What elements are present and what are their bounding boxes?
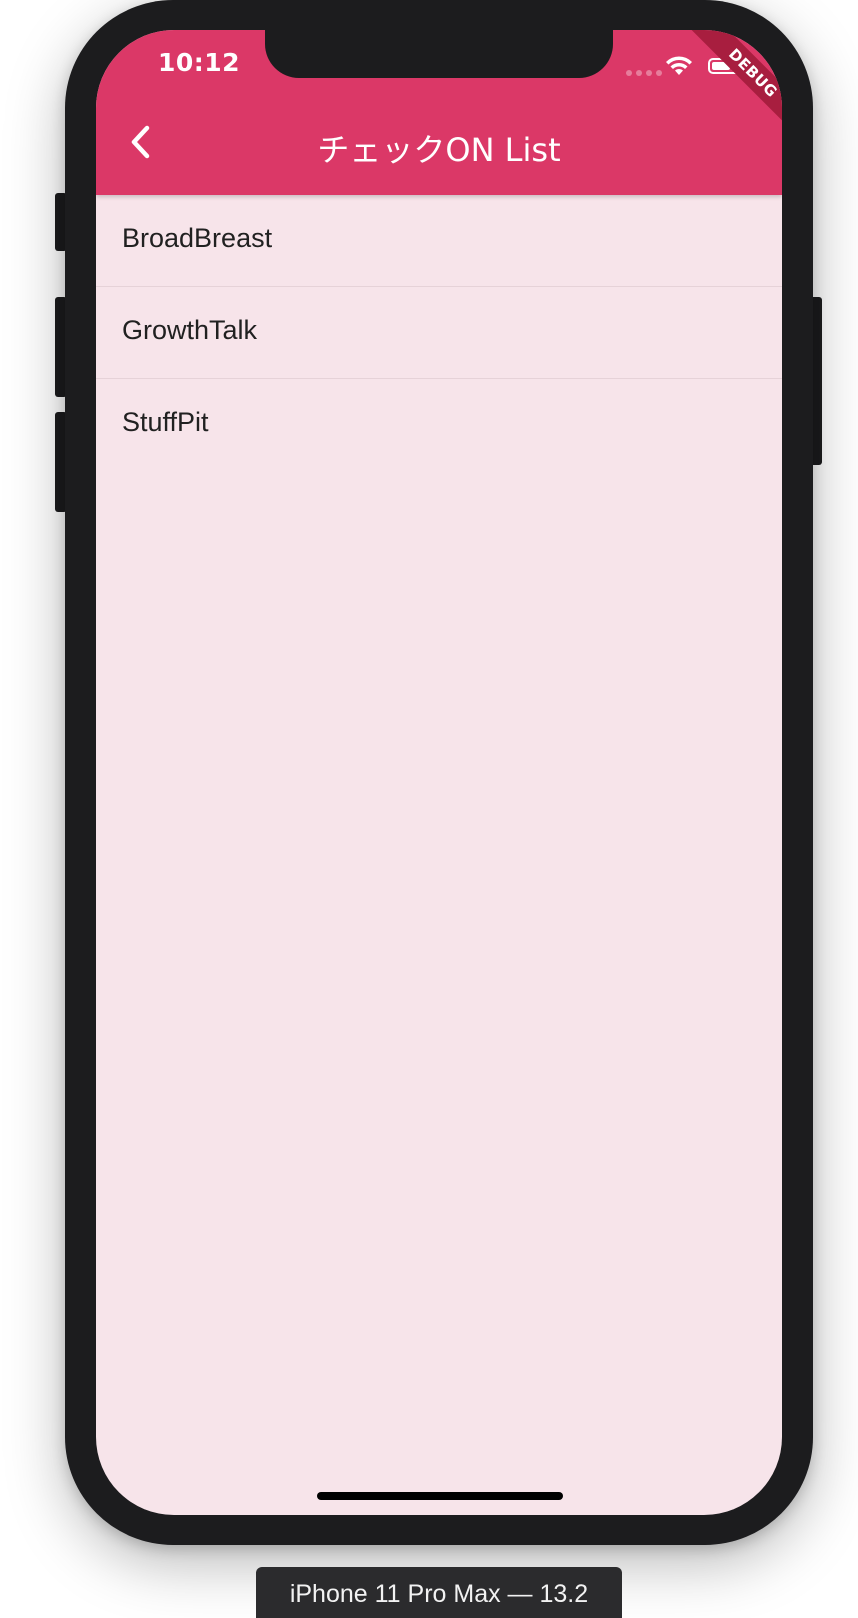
list-item-label: StuffPit bbox=[122, 407, 209, 437]
signal-icon bbox=[626, 70, 662, 76]
device-frame: 10:12 DEBUG チェックON List BroadBreast Grow… bbox=[65, 0, 813, 1545]
list-item[interactable]: StuffPit bbox=[96, 379, 782, 471]
list-item-label: BroadBreast bbox=[122, 223, 273, 253]
device-screen: 10:12 DEBUG チェックON List BroadBreast Grow… bbox=[96, 30, 782, 1515]
simulator-stage: 10:12 DEBUG チェックON List BroadBreast Grow… bbox=[0, 0, 858, 1618]
device-notch bbox=[265, 30, 613, 78]
app-bar: 10:12 DEBUG チェックON List bbox=[96, 30, 782, 195]
status-time: 10:12 bbox=[158, 48, 241, 77]
home-indicator[interactable] bbox=[317, 1492, 563, 1500]
list-item[interactable]: BroadBreast bbox=[96, 195, 782, 287]
device-label: iPhone 11 Pro Max — 13.2 bbox=[256, 1567, 622, 1618]
list-item[interactable]: GrowthTalk bbox=[96, 287, 782, 379]
check-on-list: BroadBreast GrowthTalk StuffPit bbox=[96, 195, 782, 471]
wifi-icon bbox=[666, 56, 692, 75]
page-title: チェックON List bbox=[317, 131, 561, 169]
list-item-label: GrowthTalk bbox=[122, 315, 258, 345]
